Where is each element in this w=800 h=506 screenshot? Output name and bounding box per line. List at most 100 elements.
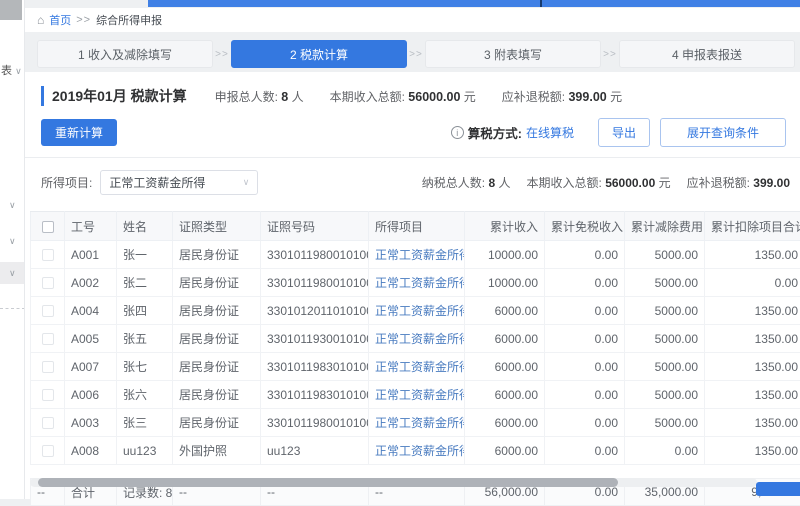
sidebar-item-label: 表 [1,65,12,77]
cell-doc_type: 外国护照 [173,437,261,465]
select-all-checkbox[interactable] [42,221,54,233]
row-select-cell [31,353,65,381]
main-panel: 2019年01月 税款计算 申报总人数: 8 人 本期收入总额: 56000.0… [25,72,800,499]
cell-name: 张四 [117,297,173,325]
row-select-cell [31,409,65,437]
sidebar-divider [0,308,25,309]
cell-total_deduct: 1350.00 [705,297,800,325]
breadcrumb: ⌂ 首页 >> 综合所得申报 [25,8,800,32]
export-button[interactable]: 导出 [598,118,650,147]
stat-unit: 元 [464,90,476,104]
cell-total_deduct: 1350.00 [705,381,800,409]
income-item-select[interactable]: 正常工资薪金所得 ∨ [100,170,258,195]
cell-deduction: 5000.00 [625,269,705,297]
row-checkbox[interactable] [42,333,54,345]
toolbar: 重新计算 i 算税方式: 在线算税 导出 展开查询条件 [25,106,800,158]
cell-id: A008 [65,437,117,465]
cell-deduction: 5000.00 [625,381,705,409]
chevron-down-icon: ∨ [243,177,250,188]
cell-income: 10000.00 [465,241,545,269]
cell-total_deduct: 1350.00 [705,353,800,381]
cell-income_item: 正常工资薪金所得 [369,241,465,269]
cell-tax_free: 0.00 [545,353,625,381]
sidebar-top-block [0,0,22,20]
table-row: A001张一居民身份证330101198001010011正常工资薪金所得100… [31,241,800,269]
summary-taxpayer-count: 纳税总人数: 8 人 [422,174,511,191]
col-header-income: 累计收入 [465,212,545,241]
summary-value: 56000.00 [605,176,655,190]
stat-period-income: 本期收入总额: 56000.00 元 [330,88,476,105]
cell-name: uu123 [117,437,173,465]
cell-income: 10000.00 [465,269,545,297]
recalculate-button[interactable]: 重新计算 [41,119,117,146]
row-checkbox[interactable] [42,305,54,317]
summary-unit: 元 [659,176,671,190]
chevron-down-icon[interactable]: ∨ [9,236,16,247]
cell-doc_no: uu123 [261,437,369,465]
cell-deduction: 5000.00 [625,409,705,437]
row-checkbox[interactable] [42,389,54,401]
chevron-down-icon[interactable]: ∨ [9,200,16,211]
cell-doc_no: 330101198301010056 [261,381,369,409]
cell-name: 张七 [117,353,173,381]
filter-row: 所得项目: 正常工资薪金所得 ∨ 纳税总人数: 8 人 本期收入总额: 5600… [25,158,800,205]
cell-doc_no: 330101198001010011 [261,241,369,269]
cell-income_item: 正常工资薪金所得 [369,409,465,437]
tab-step-3-schedules[interactable]: 3 附表填写 [425,40,601,68]
col-header-tax-free: 累计免税收入 [545,212,625,241]
expand-query-button[interactable]: 展开查询条件 [660,118,786,147]
cell-doc_no: 330101198301010072 [261,353,369,381]
cell-total_deduct: 0.00 [705,269,800,297]
col-header-total-deduct: 累计扣除项目合计 [705,212,800,241]
row-checkbox[interactable] [42,249,54,261]
cell-id: A001 [65,241,117,269]
cell-income_item: 正常工资薪金所得 [369,353,465,381]
topbar-tick [540,0,542,7]
row-checkbox[interactable] [42,445,54,457]
stat-unit: 人 [292,90,304,104]
chevron-down-icon[interactable]: ∨ [9,268,16,279]
table-header-row: 工号 姓名 证照类型 证照号码 所得项目 累计收入 累计免税收入 累计减除费用 … [31,212,800,241]
table-row: A004张四居民身份证330101201101010056正常工资薪金所得600… [31,297,800,325]
cell-doc_type: 居民身份证 [173,297,261,325]
summary-value: 8 [488,176,495,190]
cell-tax_free: 0.00 [545,437,625,465]
stat-value: 8 [281,90,288,104]
period-header: 2019年01月 税款计算 申报总人数: 8 人 本期收入总额: 56000.0… [25,72,800,106]
cell-deduction: 0.00 [625,437,705,465]
row-select-cell [31,269,65,297]
employee-table: 工号 姓名 证照类型 证照号码 所得项目 累计收入 累计免税收入 累计减除费用 … [30,211,800,506]
tab-step-1-income[interactable]: 1 收入及减除填写 [37,40,213,68]
cell-doc_type: 居民身份证 [173,381,261,409]
tab-step-2-tax-calc[interactable]: 2 税款计算 [231,40,407,68]
income-item-select-value: 正常工资薪金所得 [109,174,205,191]
breadcrumb-home-link[interactable]: 首页 [49,12,71,28]
row-checkbox[interactable] [42,361,54,373]
step-separator: >> [601,49,619,60]
top-accent-bar [148,0,800,7]
table-row: A002张二居民身份证330101198001010038正常工资薪金所得100… [31,269,800,297]
cell-total_deduct: 1350.00 [705,325,800,353]
row-checkbox[interactable] [42,277,54,289]
row-checkbox[interactable] [42,417,54,429]
floating-widget[interactable] [756,482,800,496]
cell-income: 6000.00 [465,297,545,325]
cell-income: 6000.00 [465,437,545,465]
row-select-cell [31,381,65,409]
scrollbar-thumb[interactable] [38,478,618,487]
tab-step-4-submit[interactable]: 4 申报表报送 [619,40,795,68]
cell-doc_type: 居民身份证 [173,325,261,353]
sidebar: 表 ∨ ∨ ∨ ∨ [0,0,25,499]
cell-doc_type: 居民身份证 [173,241,261,269]
step-wizard: 1 收入及减除填写 >> 2 税款计算 >> 3 附表填写 >> 4 申报表报送 [37,40,795,68]
breadcrumb-current: 综合所得申报 [96,12,162,28]
cell-income_item: 正常工资薪金所得 [369,269,465,297]
cell-income: 6000.00 [465,353,545,381]
cell-id: A006 [65,381,117,409]
calc-mode-value[interactable]: 在线算税 [526,124,574,141]
horizontal-scrollbar[interactable] [30,478,757,487]
row-select-cell [31,437,65,465]
cell-name: 张一 [117,241,173,269]
table-body: A001张一居民身份证330101198001010011正常工资薪金所得100… [31,241,800,465]
sidebar-item-partial[interactable]: 表 ∨ [1,62,22,78]
